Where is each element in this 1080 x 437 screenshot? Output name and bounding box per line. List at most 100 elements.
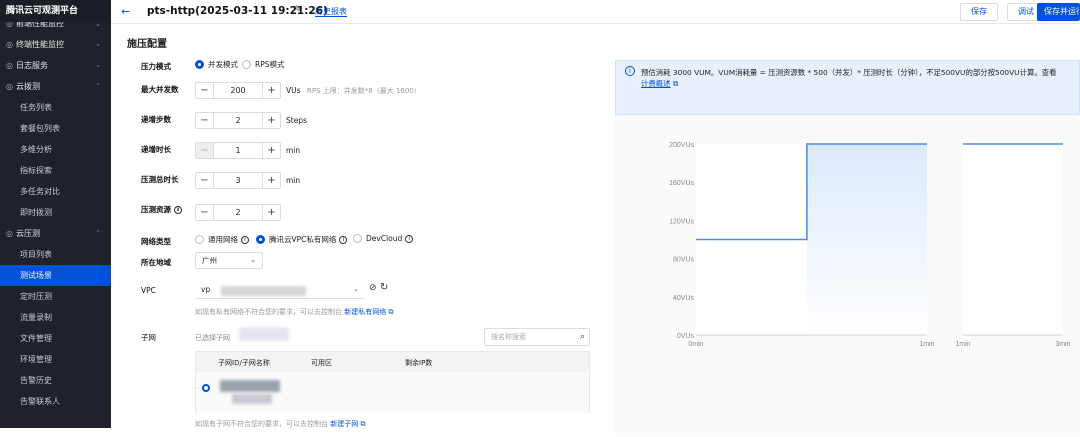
resources-label: 压测资源 i (141, 204, 182, 215)
cost-notice-text: 预估消耗 3000 VUM。VUM消耗量 = 压测资源数 * 500（并发）* … (641, 67, 1071, 89)
edit-icon[interactable]: ✎ (294, 5, 302, 15)
sidebar-item-label: 测试场景 (20, 271, 52, 280)
decrement-button[interactable]: − (196, 143, 213, 158)
pressure-chart-panel: 0VUs 40VUs 80VUs 120VUs 160VUs 200VUs 0min 1min… (615, 115, 1080, 435)
sidebar-item-17[interactable]: 告警历史 (0, 370, 111, 391)
total-duration-value[interactable]: 3 (213, 173, 263, 188)
resources-value[interactable]: 2 (213, 205, 263, 220)
y-tick-label: 40VUs (673, 295, 695, 302)
decrement-button[interactable]: − (196, 205, 213, 220)
sidebar-item-1[interactable]: ◎ 终端性能监控 ⌄ (0, 34, 111, 55)
row-radio[interactable] (202, 384, 210, 392)
save-button[interactable]: 保存 (960, 3, 998, 21)
create-subnet-link[interactable]: 新建子网 (330, 420, 358, 428)
sidebar-item-8[interactable]: 多任务对比 (0, 181, 111, 202)
sidebar-item-label: 任务列表 (20, 103, 52, 112)
info-icon[interactable]: i (339, 235, 348, 244)
chevron-down-icon: ⌄ (250, 256, 256, 264)
arrow-left-icon[interactable]: ← (121, 5, 130, 18)
radio-concurrency-mode[interactable]: 并发模式 (195, 59, 238, 70)
sidebar-item-3[interactable]: ◎ 云拨测 ⌃ (0, 76, 111, 97)
ramp-steps-value[interactable]: 2 (213, 113, 263, 128)
increment-button[interactable]: + (263, 143, 280, 158)
info-icon[interactable]: i (174, 205, 182, 214)
info-icon[interactable]: i (405, 234, 414, 243)
history-report-link[interactable]: 历史报表 (315, 7, 347, 17)
ramp-steps-label: 递增步数 (141, 115, 171, 124)
sidebar-item-6[interactable]: 多维分析 (0, 139, 111, 160)
increment-button[interactable]: + (263, 205, 280, 220)
external-link-icon: ⧉ (388, 308, 394, 316)
radio-devcloud[interactable]: DevCloud i (353, 234, 414, 243)
radio-vpc-network[interactable]: 腾讯云VPC私有网络 i (256, 234, 348, 245)
search-icon[interactable]: ⌕ (580, 329, 585, 345)
ramp-duration-label: 递增时长 (141, 145, 171, 154)
radio-label: RPS模式 (255, 60, 285, 69)
sidebar-item-15[interactable]: 文件管理 (0, 328, 111, 349)
app-logo: 腾讯云可观测平台 (0, 0, 111, 22)
y-tick-label: 200VUs (669, 142, 694, 149)
sidebar-item-label: 日志服务 (16, 61, 48, 70)
increment-button[interactable]: + (263, 83, 280, 98)
subnet-label: 子网 (141, 333, 156, 342)
sidebar-item-9[interactable]: 即时拨测 (0, 202, 111, 223)
total-duration-stepper: − 3 + (195, 172, 281, 189)
radio-dot (195, 235, 204, 244)
max-concurrency-value[interactable]: 200 (213, 83, 263, 98)
decrement-button[interactable]: − (196, 83, 213, 98)
table-row[interactable] (196, 372, 589, 413)
sidebar-item-10[interactable]: ◎ 云压测 ⌃ (0, 223, 111, 244)
chart-plot-area (963, 144, 1063, 335)
info-icon[interactable]: i (241, 235, 249, 244)
vpc-hint: 如现有私有网络不符合您的要求，可以去控制台 新建私有网络 ⧉ (195, 307, 393, 317)
create-vpc-link[interactable]: 新建私有网络 (344, 308, 386, 316)
radio-rps-mode[interactable]: RPS模式 (242, 59, 285, 70)
sidebar-item-label: 云拨测 (16, 82, 40, 91)
col-remaining-ip: 剩余IP数 (405, 359, 433, 367)
sidebar-item-2[interactable]: ◎ 日志服务 ⌄ (0, 55, 111, 76)
sidebar-item-0[interactable]: ◎ 前端性能监控 ⌄ (0, 22, 111, 34)
sidebar-item-4[interactable]: 任务列表 (0, 97, 111, 118)
vpc-label: VPC (141, 286, 156, 295)
chevron-down-icon: ⌄ (95, 40, 101, 48)
billing-overview-link[interactable]: 计费概述 (641, 79, 671, 88)
resources-stepper: − 2 + (195, 204, 281, 221)
selected-subnet-text: 已选择子网 (195, 334, 230, 342)
sidebar-item-18[interactable]: 告警联系人 (0, 391, 111, 412)
sidebar-item-7[interactable]: 指标探索 (0, 160, 111, 181)
log-icon: ◎ (6, 61, 13, 70)
radio-label: 腾讯云VPC私有网络 (269, 235, 337, 244)
decrement-button[interactable]: − (196, 113, 213, 128)
pressure-mode-label: 压力模式 (141, 62, 171, 71)
y-tick-label: 160VUs (669, 180, 694, 187)
sidebar-item-12[interactable]: 测试场景 (0, 265, 111, 286)
chevron-up-icon: ⌃ (95, 82, 101, 90)
col-zone: 可用区 (311, 359, 332, 367)
region-select[interactable]: 广州 ⌄ (195, 252, 263, 269)
sidebar-item-5[interactable]: 套餐包列表 (0, 118, 111, 139)
sidebar-item-14[interactable]: 流量录制 (0, 307, 111, 328)
web-icon: ◎ (6, 22, 13, 28)
sidebar: 腾讯云可观测平台 ◎ 前端性能监控 ⌄ ◎ 终端性能监控 ⌄ ◎ 日志服务 ⌄ ◎ 云拨测 ⌃ 任务列表… (0, 0, 111, 428)
main-content: 施压配置 压力模式 并发模式 RPS模式 最大并发数 − 200 + VUs R… (111, 24, 1080, 435)
radio-label: 并发模式 (208, 60, 238, 69)
sidebar-item-13[interactable]: 定时压测 (0, 286, 111, 307)
increment-button[interactable]: + (263, 113, 280, 128)
external-link-icon: ⧉ (672, 79, 679, 88)
x-tick-label: 3min (1055, 341, 1070, 348)
decrement-button[interactable]: − (196, 173, 213, 188)
save-and-run-button[interactable]: 保存并运行 (1037, 3, 1080, 21)
section-title: 施压配置 (127, 39, 167, 50)
increment-button[interactable]: + (263, 173, 280, 188)
min-unit: min (286, 176, 301, 185)
sidebar-item-11[interactable]: 项目列表 (0, 244, 111, 265)
subnet-search-input[interactable]: 搜名称搜索 ⌕ (484, 328, 590, 346)
vpc-hint-text: 如现有私有网络不符合您的要求，可以去控制台 (195, 308, 342, 316)
sidebar-item-label: 文件管理 (20, 334, 52, 343)
search-placeholder: 搜名称搜索 (491, 333, 526, 341)
link-icon[interactable]: ⊘ (369, 283, 377, 293)
refresh-icon[interactable]: ↻ (380, 282, 388, 293)
ramp-duration-value[interactable]: 1 (213, 143, 263, 158)
radio-general-network[interactable]: 通用网络 i (195, 234, 249, 245)
sidebar-item-16[interactable]: 环境管理 (0, 349, 111, 370)
